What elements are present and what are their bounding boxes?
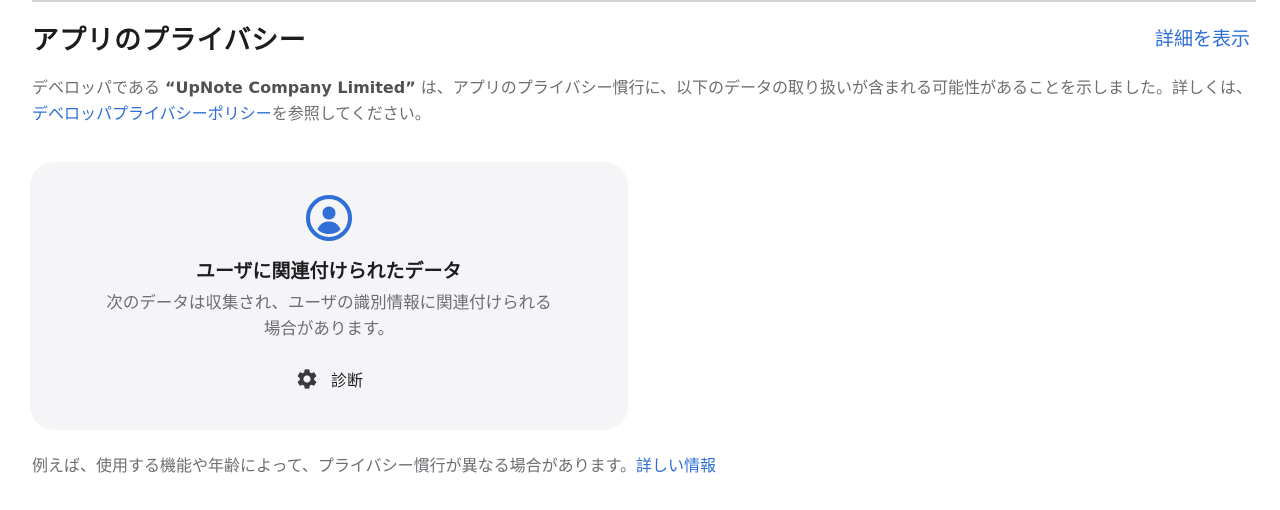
diagnostics-label: 診断 bbox=[330, 371, 363, 390]
show-details-link[interactable]: 詳細を表示 bbox=[1155, 24, 1250, 51]
description-suffix: を参照してください。 bbox=[271, 104, 431, 123]
gear-icon bbox=[297, 369, 317, 389]
privacy-description: デベロッパである “UpNote Company Limited” は、アプリの… bbox=[32, 75, 1252, 127]
data-type-item: 診断 bbox=[30, 367, 628, 391]
section-header: アプリのプライバシー 詳細を表示 bbox=[32, 18, 1250, 57]
app-privacy-section: アプリのプライバシー 詳細を表示 デベロッパである “UpNote Compan… bbox=[0, 0, 1280, 510]
card-description: 次のデータは収集され、ユーザの識別情報に関連付けられる場合があります。 bbox=[106, 293, 552, 338]
developer-privacy-policy-link[interactable]: デベロッパプライバシーポリシー bbox=[32, 104, 272, 123]
section-title: アプリのプライバシー bbox=[32, 25, 307, 56]
learn-more-link[interactable]: 詳しい情報 bbox=[636, 456, 716, 475]
developer-name: “UpNote Company Limited” bbox=[164, 78, 416, 97]
card-title: ユーザに関連付けられたデータ bbox=[196, 260, 462, 282]
person-circle-icon bbox=[306, 195, 352, 241]
description-middle: は、アプリのプライバシー慣行に、以下のデータの取り扱いが含まれる可能性があること… bbox=[415, 78, 1252, 97]
footer-note: 例えば、使用する機能や年齢によって、プライバシー慣行が異なる場合があります。詳し… bbox=[32, 452, 716, 476]
top-divider bbox=[32, 0, 1256, 2]
footer-note-text: 例えば、使用する機能や年齢によって、プライバシー慣行が異なる場合があります。 bbox=[32, 456, 637, 475]
data-linked-to-you-card: ユーザに関連付けられたデータ 次のデータは収集され、ユーザの識別情報に関連付けら… bbox=[30, 162, 628, 430]
description-prefix: デベロッパである bbox=[32, 78, 165, 97]
